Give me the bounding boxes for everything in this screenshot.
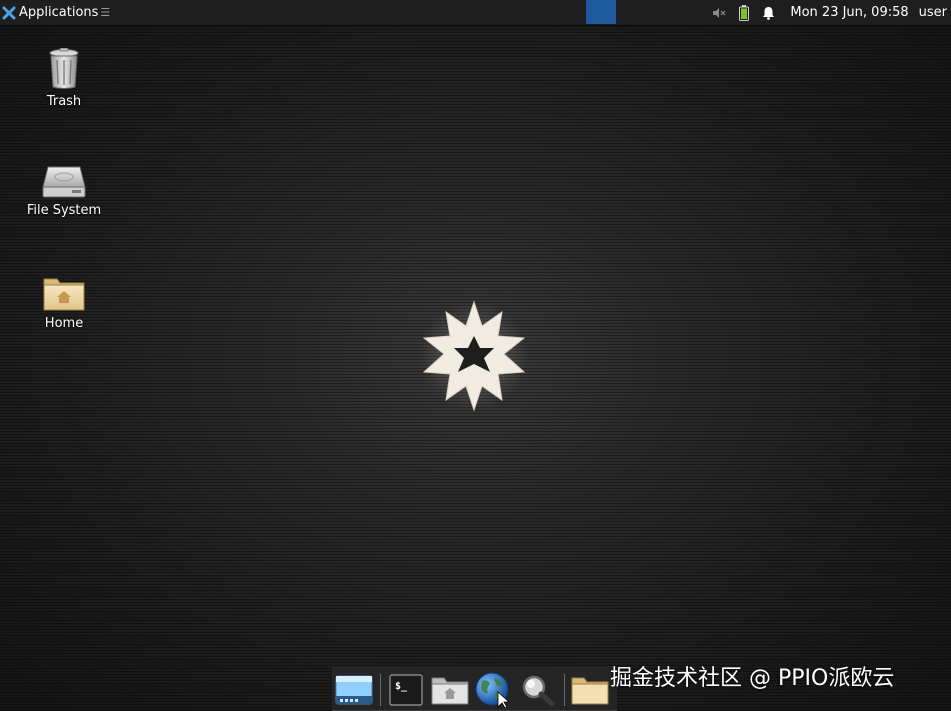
desktop-icon-file-system[interactable]: File System (14, 165, 114, 218)
trash-icon (49, 48, 79, 89)
dock-app-finder[interactable] (518, 672, 558, 708)
dock-terminal[interactable]: $_ (386, 672, 426, 708)
svg-text:$_: $_ (395, 681, 408, 692)
dock-folder[interactable] (570, 672, 610, 708)
menu-separator-icon: ☰ (100, 6, 111, 19)
volume-muted-icon[interactable] (708, 0, 730, 25)
workspace-switcher-1[interactable] (586, 0, 616, 24)
desktop-logo-icon (420, 300, 528, 412)
applications-menu-button[interactable]: Applications ☰ (0, 0, 110, 25)
desktop-icon-label: Home (44, 316, 84, 331)
folder-icon (571, 677, 609, 705)
drive-icon (42, 166, 86, 198)
desktop-icon-home[interactable]: Home (14, 276, 114, 331)
home-folder-icon (43, 278, 85, 311)
dock-file-manager[interactable] (430, 672, 470, 708)
user-menu[interactable]: user (919, 5, 947, 20)
notification-bell-icon[interactable] (760, 0, 776, 25)
desktop-screen: Applications ☰ Mon 23 Jun, 09:58 user Tr… (0, 0, 951, 711)
dock-web-browser[interactable] (474, 672, 514, 708)
dock-show-desktop[interactable] (334, 672, 374, 708)
app-finder-icon (522, 675, 555, 706)
workspace-switcher-2[interactable] (617, 0, 647, 24)
dock-separator (564, 674, 565, 706)
xfce-logo-icon (2, 6, 16, 19)
top-panel: Applications ☰ Mon 23 Jun, 09:58 user (0, 0, 951, 26)
dock-separator (380, 674, 381, 706)
file-manager-icon (431, 677, 469, 705)
web-browser-icon (475, 672, 511, 708)
desktop-icon-label: Trash (46, 94, 82, 109)
terminal-icon: $_ (389, 674, 423, 706)
dock: $_ (332, 666, 617, 711)
battery-icon[interactable] (736, 0, 752, 25)
show-desktop-icon (335, 675, 373, 705)
system-tray: Mon 23 Jun, 09:58 user (708, 0, 951, 25)
applications-label: Applications (19, 5, 99, 20)
desktop-icon-label: File System (26, 203, 102, 218)
clock[interactable]: Mon 23 Jun, 09:58 (790, 5, 908, 20)
desktop-icon-trash[interactable]: Trash (14, 48, 114, 109)
watermark-text: 掘金技术社区 @ PPIO派欧云 (610, 666, 895, 691)
